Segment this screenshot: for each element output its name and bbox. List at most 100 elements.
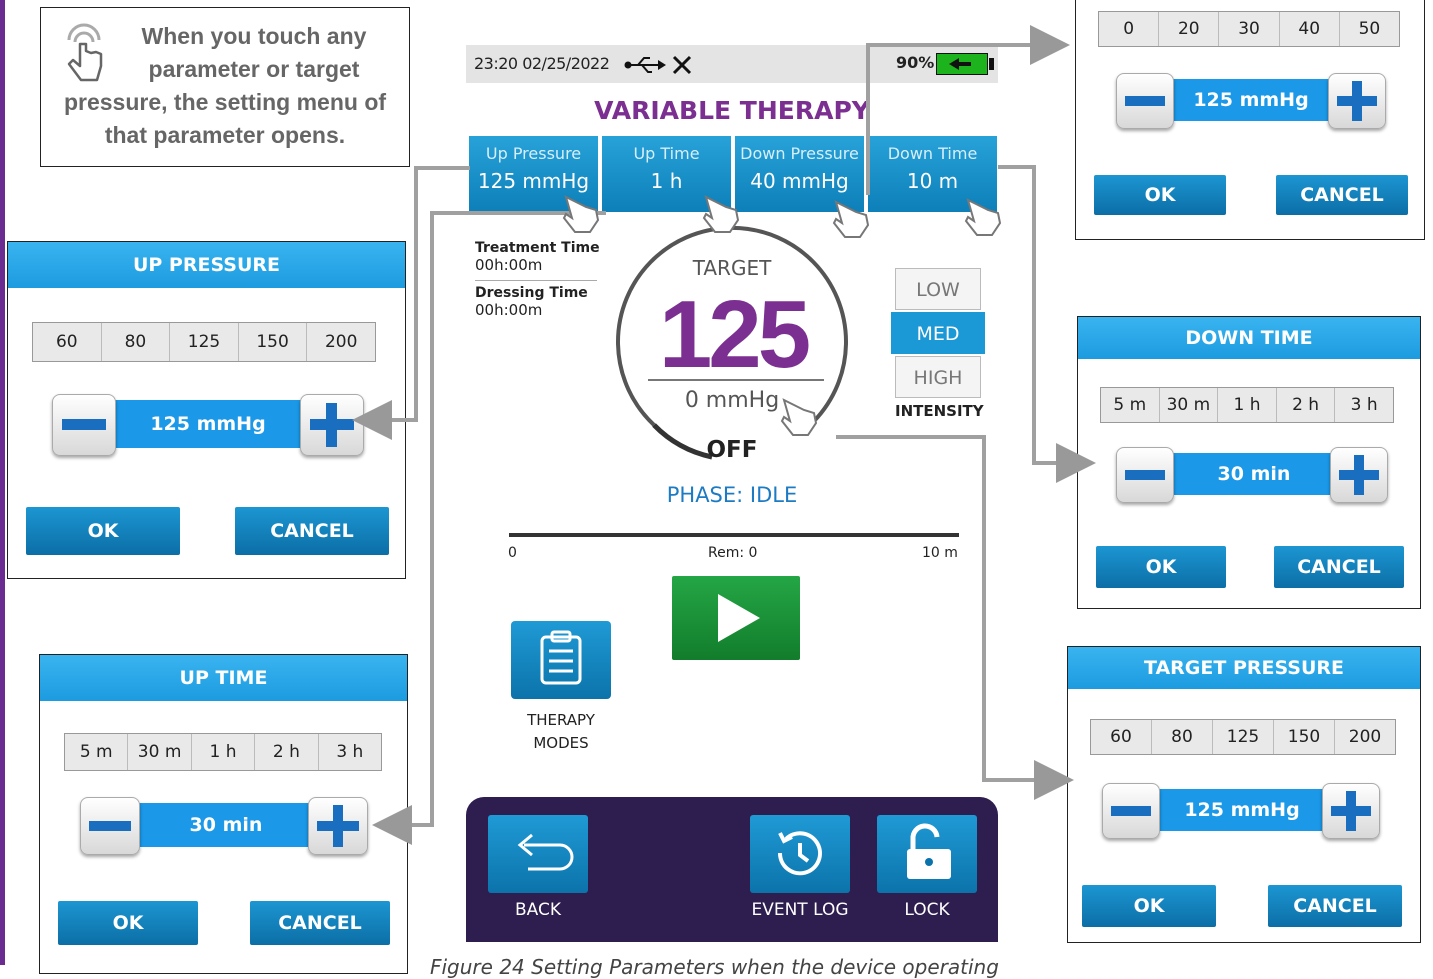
cancel-button[interactable]: CANCEL xyxy=(1274,546,1404,588)
target-pressure-value[interactable]: 125 xyxy=(620,280,846,390)
therapy-modes-label: THERAPY MODES xyxy=(496,709,626,755)
option[interactable]: 1 h xyxy=(192,734,256,770)
intensity-med[interactable]: MED xyxy=(891,312,985,354)
back-label: BACK xyxy=(514,900,561,920)
option[interactable]: 40 xyxy=(1280,12,1340,46)
modes-label-line-1: THERAPY xyxy=(527,711,595,729)
option[interactable]: 125 xyxy=(1213,720,1274,754)
dressing-time-value: 00h:00m xyxy=(475,301,543,319)
option[interactable]: 5 m xyxy=(65,734,129,770)
param-up-pressure[interactable]: Up Pressure 125 mmHg xyxy=(469,136,598,212)
decrement-button[interactable] xyxy=(1102,783,1160,839)
decrement-button[interactable] xyxy=(1116,73,1174,129)
treatment-time-block: Treatment Time 00h:00m Dressing Time 00h… xyxy=(475,240,600,319)
param-value: 10 m xyxy=(906,169,959,193)
dressing-time-label: Dressing Time xyxy=(475,285,588,301)
event-log-button[interactable] xyxy=(750,815,850,893)
option[interactable]: 0 xyxy=(1099,12,1160,46)
option[interactable]: 150 xyxy=(239,323,308,361)
option[interactable]: 1 h xyxy=(1218,388,1277,422)
progress-remaining: Rem: 0 xyxy=(708,545,758,561)
stepper-value: 125 mmHg xyxy=(1154,789,1330,831)
parameter-row: Up Pressure 125 mmHg Up Time 1 h Down Pr… xyxy=(469,136,997,212)
up-pressure-popup: UP PRESSURE 60 80 125 150 200 125 mmHg O… xyxy=(7,241,406,579)
option[interactable]: 30 xyxy=(1219,12,1280,46)
ok-button[interactable]: OK xyxy=(26,507,180,555)
bottom-nav: BACK EVENT LOG LOCK xyxy=(466,797,998,942)
option[interactable]: 80 xyxy=(102,323,171,361)
status-bar: 23:20 02/25/2022 90% xyxy=(466,45,998,83)
increment-button[interactable] xyxy=(1322,783,1380,839)
popup-title: UP TIME xyxy=(40,655,407,701)
down-pressure-options: 0 20 30 40 50 xyxy=(1098,11,1400,47)
battery-percent: 90% xyxy=(896,53,935,72)
option[interactable]: 200 xyxy=(307,323,375,361)
note-line-3: pressure, the setting menu of xyxy=(63,89,387,115)
plug-battery-icon xyxy=(936,53,988,75)
cancel-button[interactable]: CANCEL xyxy=(1268,885,1402,927)
option[interactable]: 150 xyxy=(1274,720,1335,754)
option[interactable]: 20 xyxy=(1159,12,1220,46)
param-value: 1 h xyxy=(650,169,683,193)
popup-title: UP PRESSURE xyxy=(8,242,405,288)
param-value: 40 mmHg xyxy=(750,169,849,193)
back-button[interactable] xyxy=(488,815,588,893)
ok-button[interactable]: OK xyxy=(1096,546,1226,588)
option[interactable]: 50 xyxy=(1340,12,1399,46)
param-down-time[interactable]: Down Time 10 m xyxy=(868,136,997,212)
param-up-time[interactable]: Up Time 1 h xyxy=(602,136,731,212)
param-down-pressure[interactable]: Down Pressure 40 mmHg xyxy=(735,136,864,212)
start-button[interactable] xyxy=(672,576,800,660)
option[interactable]: 60 xyxy=(1091,720,1152,754)
therapy-state: OFF xyxy=(706,437,758,463)
option[interactable]: 30 m xyxy=(128,734,192,770)
option[interactable]: 2 h xyxy=(1277,388,1336,422)
instruction-note: When you touch any parameter or target p… xyxy=(40,7,410,167)
increment-button[interactable] xyxy=(1330,447,1388,503)
cancel-button[interactable]: CANCEL xyxy=(1276,175,1408,215)
intensity-low[interactable]: LOW xyxy=(895,268,981,310)
clipboard-icon xyxy=(540,630,582,685)
option[interactable]: 3 h xyxy=(319,734,381,770)
stepper-value: 30 min xyxy=(134,803,318,847)
param-label: Up Pressure xyxy=(485,144,582,163)
target-pressure-options: 60 80 125 150 200 xyxy=(1090,719,1396,755)
popup-title: TARGET PRESSURE xyxy=(1068,647,1420,689)
ok-button[interactable]: OK xyxy=(58,901,198,945)
option[interactable]: 30 m xyxy=(1160,388,1219,422)
option[interactable]: 125 xyxy=(170,323,239,361)
decrement-button[interactable] xyxy=(80,797,140,855)
progress-track xyxy=(509,533,959,537)
ok-button[interactable]: OK xyxy=(1082,885,1216,927)
cancel-button[interactable]: CANCEL xyxy=(235,507,389,555)
increment-button[interactable] xyxy=(308,797,368,855)
lock-label: LOCK xyxy=(904,900,950,920)
target-label: TARGET xyxy=(692,256,772,280)
decrement-button[interactable] xyxy=(52,394,116,456)
param-label: Down Pressure xyxy=(740,144,859,163)
therapy-modes-button[interactable] xyxy=(511,621,611,699)
option[interactable]: 5 m xyxy=(1101,388,1160,422)
up-time-options: 5 m 30 m 1 h 2 h 3 h xyxy=(64,733,382,771)
up-time-popup: UP TIME 5 m 30 m 1 h 2 h 3 h 30 min OK C… xyxy=(39,654,408,974)
option[interactable]: 2 h xyxy=(255,734,319,770)
lock-button[interactable] xyxy=(877,815,977,893)
increment-button[interactable] xyxy=(300,394,364,456)
down-time-options: 5 m 30 m 1 h 2 h 3 h xyxy=(1100,387,1394,423)
param-label: Down Time xyxy=(887,144,978,163)
ok-button[interactable]: OK xyxy=(1094,175,1226,215)
option[interactable]: 80 xyxy=(1152,720,1213,754)
phase-status: PHASE: IDLE xyxy=(666,483,798,507)
increment-button[interactable] xyxy=(1328,73,1386,129)
param-label: Up Time xyxy=(633,144,700,163)
decrement-button[interactable] xyxy=(1116,447,1174,503)
option[interactable]: 3 h xyxy=(1335,388,1393,422)
stepper-value: 125 mmHg xyxy=(108,400,308,448)
unlock-icon xyxy=(907,823,951,879)
cancel-button[interactable]: CANCEL xyxy=(250,901,390,945)
treatment-time-value: 00h:00m xyxy=(475,256,543,274)
option[interactable]: 200 xyxy=(1335,720,1395,754)
option[interactable]: 60 xyxy=(33,323,102,361)
intensity-high[interactable]: HIGH xyxy=(895,356,981,398)
usb-icon xyxy=(624,57,666,73)
